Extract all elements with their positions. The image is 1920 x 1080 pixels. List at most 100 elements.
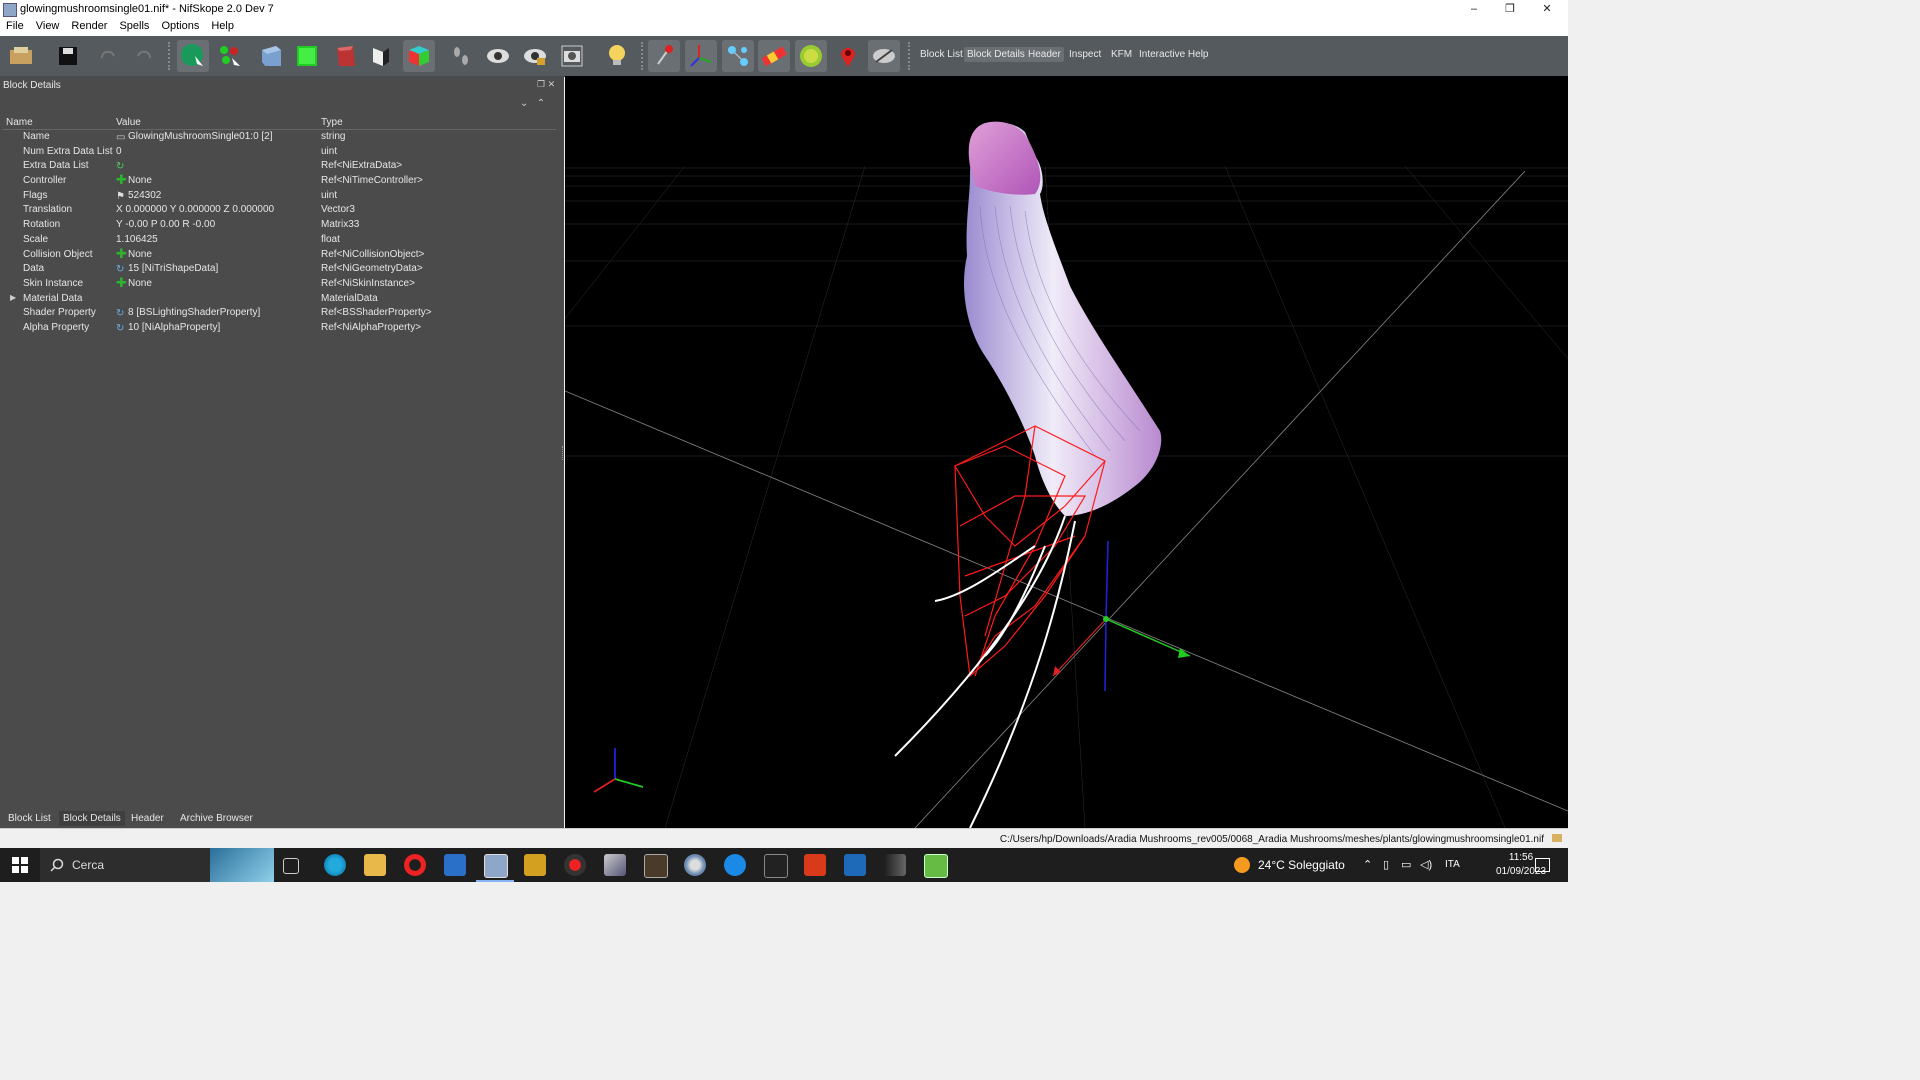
pin-marker-icon[interactable] [648,40,680,72]
gizmo-y-axis[interactable] [1105,618,1191,657]
table-row[interactable]: Shader Property ↻ 8 [BSLightingShaderPrope… [2,306,556,321]
opera-icon[interactable] [404,854,426,876]
nifskope-task-icon[interactable] [484,854,508,878]
table-row[interactable]: Name ▭ GlowingMushroomSingle01:0 [2] string [2,130,556,145]
row-value[interactable]: ⚑ 524302 [116,190,161,202]
eye-lock-icon[interactable] [519,40,551,72]
app-yellow-icon[interactable] [524,854,546,876]
close-button[interactable]: ✕ [1529,0,1565,18]
table-row[interactable]: Alpha Property ↻ 10 [NiAlphaProperty] Ref<N… [2,321,556,336]
save-icon[interactable] [52,40,84,72]
gradient-bar-icon[interactable] [758,40,790,72]
row-value[interactable]: ↻ 15 [NiTriShapeData] [116,263,218,275]
row-value[interactable]: 0 [116,146,122,157]
menu-file[interactable]: File [0,18,30,34]
app-brown-icon[interactable] [644,854,668,878]
weather-text[interactable]: 24°C Soleggiato [1258,858,1345,872]
network-icon[interactable]: ▭ [1401,858,1411,871]
tab-block-list[interactable]: Block List [8,813,51,824]
select-vertex-icon[interactable] [214,40,246,72]
gizmo-origin[interactable] [1103,616,1109,622]
file-explorer-icon[interactable] [364,854,386,876]
lightbulb-icon[interactable] [601,40,633,72]
app-chevron-icon[interactable] [884,854,906,876]
tab-block-details[interactable]: Block Details [59,811,125,826]
menu-help[interactable]: Help [205,18,240,34]
windows-start-icon[interactable] [12,857,28,873]
toolbar-interactive-help[interactable]: Interactive Help [1139,49,1208,60]
load-icon[interactable] [6,40,38,72]
expand-arrow-icon[interactable]: ▶ [10,293,16,302]
collapse-up-icon[interactable]: ⌃ [537,98,545,109]
minimize-button[interactable]: – [1456,0,1492,18]
footprints-icon[interactable] [445,40,477,72]
task-view-icon[interactable] [283,858,299,874]
half-cube-icon[interactable] [365,40,397,72]
row-value[interactable]: 1.106425 [116,234,158,245]
table-row[interactable]: ▶ Material Data MaterialData [2,292,556,307]
store-icon[interactable] [444,854,466,876]
language-indicator[interactable]: ITA [1445,859,1460,870]
row-value[interactable]: ↻ 8 [BSLightingShaderProperty] [116,307,260,319]
app-f-icon[interactable] [804,854,826,876]
toolbar-header[interactable]: Header [1025,47,1064,62]
toolbar-inspect[interactable]: Inspect [1069,49,1101,60]
select-object-icon[interactable] [177,40,209,72]
gizmo-z-axis[interactable] [1105,540,1109,620]
hidden-eye-icon[interactable] [868,40,900,72]
toolbar-block-details[interactable]: Block Details [964,47,1028,62]
blue-cube-icon[interactable] [255,40,287,72]
row-value[interactable]: ✚None [116,173,152,186]
app-terminal-icon[interactable] [764,854,788,878]
nodes-icon[interactable] [722,40,754,72]
device-icon[interactable]: ▯ [1383,858,1389,871]
green-cube-icon[interactable] [291,40,323,72]
row-value[interactable]: ✚None [116,247,152,260]
tab-archive-browser[interactable]: Archive Browser [180,813,253,824]
tray-chevron-icon[interactable]: ⌃ [1363,858,1372,871]
taskbar-search[interactable]: Cerca [40,848,274,882]
col-value-header[interactable]: Value [116,117,141,128]
row-value[interactable]: ▭ GlowingMushroomSingle01:0 [2] [116,131,273,143]
row-value[interactable]: X 0.000000 Y 0.000000 Z 0.000000 [116,204,274,215]
app-pen-icon[interactable] [604,854,626,876]
row-value[interactable]: Y -0.00 P 0.00 R -0.00 [116,219,215,230]
app-blender-icon[interactable] [684,854,706,876]
app-blue-window-icon[interactable] [844,854,866,876]
table-row[interactable]: Controller ✚None Ref<NiTimeController> [2,173,556,189]
menu-view[interactable]: View [30,18,66,34]
redo-icon[interactable] [128,40,160,72]
render-viewport[interactable] [565,76,1568,828]
table-row[interactable]: Extra Data List ↻ Ref<NiExtraData> [2,159,556,174]
volume-icon[interactable]: ◁) [1420,858,1432,871]
gizmo-x-axis[interactable] [1052,618,1107,677]
skype-icon[interactable] [724,854,746,876]
edge-icon[interactable] [324,854,346,876]
toolbar-kfm[interactable]: KFM [1111,49,1132,60]
col-type-header[interactable]: Type [321,117,343,128]
menu-spells[interactable]: Spells [113,18,155,34]
table-row[interactable]: Rotation Y -0.00 P 0.00 R -0.00 Matrix33 [2,218,556,233]
row-value[interactable]: ✚None [116,276,152,289]
green-sphere-icon[interactable] [795,40,827,72]
tab-header[interactable]: Header [131,813,164,824]
close-panel-icon[interactable]: ✕ [548,79,556,89]
axes-icon[interactable] [685,40,717,72]
table-row[interactable]: Scale 1.106425 float [2,233,556,248]
colored-cube-icon[interactable] [403,40,435,72]
undo-icon[interactable] [92,40,124,72]
menu-render[interactable]: Render [65,18,113,34]
menu-options[interactable]: Options [155,18,205,34]
location-marker-icon[interactable] [832,40,864,72]
eye-icon[interactable] [482,40,514,72]
row-value[interactable]: ↻ 10 [NiAlphaProperty] [116,322,220,334]
table-row[interactable]: Data ↻ 15 [NiTriShapeData] Ref<NiGeometryDa… [2,262,556,277]
table-row[interactable]: Translation X 0.000000 Y 0.000000 Z 0.000… [2,203,556,218]
table-row[interactable]: Num Extra Data List 0 uint [2,145,556,160]
col-name-header[interactable]: Name [6,117,33,128]
notifications-icon[interactable] [1535,858,1550,872]
float-panel-icon[interactable]: ❐ [537,79,545,89]
restore-button[interactable]: ❐ [1492,0,1528,18]
table-row[interactable]: Flags ⚑ 524302 uint [2,189,556,204]
table-row[interactable]: Collision Object ✚None Ref<NiCollisionObje… [2,247,556,263]
